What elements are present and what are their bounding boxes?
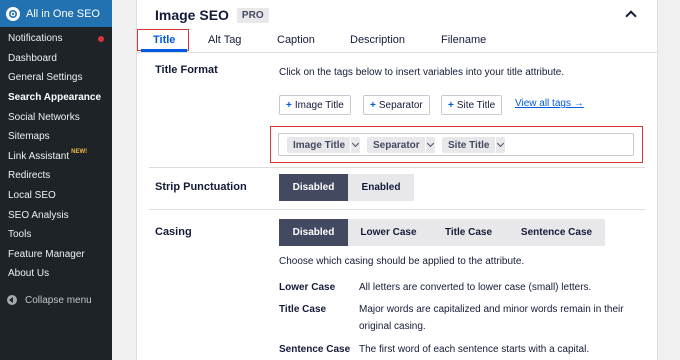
strip-punctuation-disabled-button[interactable]: Disabled bbox=[279, 174, 348, 201]
sidebar-item-general-settings[interactable]: General Settings bbox=[0, 68, 112, 88]
sidebar-item-label: Dashboard bbox=[8, 52, 57, 64]
sidebar-item-about-us[interactable]: About Us bbox=[0, 264, 112, 284]
chevron-down-icon[interactable] bbox=[350, 137, 360, 153]
sidebar-item-label: About Us bbox=[8, 268, 50, 280]
sidebar-item-label: Local SEO bbox=[8, 190, 56, 202]
sidebar-item-label: Feature Manager bbox=[8, 248, 85, 260]
tab-description[interactable]: Description bbox=[350, 34, 405, 46]
chip-label: Separator bbox=[373, 139, 420, 151]
sidebar-item-seo-analysis[interactable]: SEO Analysis bbox=[0, 205, 112, 225]
panel-header: Image SEO PRO bbox=[155, 7, 269, 23]
sidebar-item-local-seo[interactable]: Local SEO bbox=[0, 186, 112, 206]
tab-alt-tag[interactable]: Alt Tag bbox=[208, 34, 241, 46]
image-seo-tabs: Title Alt Tag Caption Description Filena… bbox=[137, 29, 657, 53]
sidebar-item-label: Link Assistant bbox=[8, 150, 70, 162]
tab-title[interactable]: Title bbox=[153, 34, 175, 46]
casing-disabled-button[interactable]: Disabled bbox=[279, 219, 348, 246]
definition-term: Title Case bbox=[279, 304, 327, 315]
admin-sidebar: All in One SEO Notifications Dashboard G… bbox=[0, 0, 112, 360]
collapse-menu-label: Collapse menu bbox=[25, 294, 92, 306]
strip-punctuation-enabled-button[interactable]: Enabled bbox=[348, 174, 414, 201]
definition-description: All letters are converted to lower case … bbox=[359, 282, 592, 293]
sidebar-item-tools[interactable]: Tools bbox=[0, 225, 112, 245]
section-divider bbox=[149, 209, 645, 210]
casing-label: Casing bbox=[155, 226, 192, 238]
new-badge: NEW! bbox=[71, 149, 88, 156]
sidebar-brand-label: All in One SEO bbox=[26, 7, 100, 20]
aioseo-logo-icon bbox=[6, 6, 20, 21]
tab-filename[interactable]: Filename bbox=[441, 34, 486, 46]
sidebar-item-sitemaps[interactable]: Sitemaps bbox=[0, 127, 112, 147]
section-divider bbox=[149, 167, 645, 168]
sidebar-item-notifications[interactable]: Notifications bbox=[0, 29, 112, 49]
tag-chip-image-title[interactable]: Image Title bbox=[287, 137, 361, 153]
tag-button-label: Separator bbox=[378, 99, 423, 111]
collapse-arrow-icon bbox=[7, 295, 17, 305]
sidebar-item-label: Sitemaps bbox=[8, 131, 50, 143]
image-seo-panel: Image SEO PRO Title Alt Tag Caption Desc… bbox=[136, 0, 658, 360]
strip-punctuation-toggle: Disabled Enabled bbox=[279, 174, 414, 201]
tag-chip-separator[interactable]: Separator bbox=[367, 137, 435, 153]
active-tab-indicator bbox=[141, 49, 187, 52]
collapse-menu-button[interactable]: Collapse menu bbox=[0, 290, 92, 310]
definition-description: The first word of each sentence starts w… bbox=[359, 344, 590, 355]
panel-title: Image SEO bbox=[155, 7, 229, 23]
plus-icon: + bbox=[370, 99, 376, 111]
add-image-title-tag-button[interactable]: + Image Title bbox=[279, 95, 351, 115]
definition-term: Sentence Case bbox=[279, 344, 351, 355]
casing-lower-case-button[interactable]: Lower Case bbox=[348, 219, 429, 246]
title-format-hint: Click on the tags below to insert variab… bbox=[279, 67, 565, 78]
sidebar-item-label: Tools bbox=[8, 229, 32, 241]
sidebar-item-feature-manager[interactable]: Feature Manager bbox=[0, 245, 112, 265]
plus-icon: + bbox=[448, 99, 454, 111]
casing-title-case-button[interactable]: Title Case bbox=[429, 219, 508, 246]
chevron-down-icon[interactable] bbox=[494, 137, 505, 153]
chevron-up-icon[interactable] bbox=[625, 10, 637, 22]
add-site-title-tag-button[interactable]: + Site Title bbox=[441, 95, 503, 115]
chip-label: Site Title bbox=[448, 139, 490, 151]
sidebar-item-label: Social Networks bbox=[8, 111, 80, 123]
notification-dot-icon bbox=[98, 36, 104, 42]
tag-button-label: Image Title bbox=[294, 99, 344, 111]
casing-selector: Disabled Lower Case Title Case Sentence … bbox=[279, 219, 605, 246]
highlight-outline: Image Title Separator Site Title bbox=[270, 126, 643, 163]
casing-sentence-case-button[interactable]: Sentence Case bbox=[508, 219, 605, 246]
sidebar-item-link-assistant[interactable]: Link Assistant NEW! bbox=[0, 147, 112, 167]
add-separator-tag-button[interactable]: + Separator bbox=[363, 95, 430, 115]
sidebar-item-search-appearance[interactable]: Search Appearance bbox=[0, 88, 112, 108]
sidebar-item-label: Search Appearance bbox=[8, 92, 102, 104]
chip-label: Image Title bbox=[293, 139, 346, 151]
tag-chip-site-title[interactable]: Site Title bbox=[442, 137, 505, 153]
sidebar-item-dashboard[interactable]: Dashboard bbox=[0, 49, 112, 69]
sidebar-brand-item[interactable]: All in One SEO bbox=[0, 0, 112, 27]
casing-hint: Choose which casing should be applied to… bbox=[279, 256, 525, 267]
view-all-tags-link[interactable]: View all tags → bbox=[515, 98, 584, 109]
pro-badge: PRO bbox=[236, 7, 269, 23]
sidebar-item-social-networks[interactable]: Social Networks bbox=[0, 107, 112, 127]
definition-description: Major words are capitalized and minor wo… bbox=[359, 304, 624, 332]
sidebar-item-label: SEO Analysis bbox=[8, 209, 69, 221]
title-format-input[interactable]: Image Title Separator Site Title bbox=[278, 133, 634, 156]
tab-caption[interactable]: Caption bbox=[277, 34, 315, 46]
sidebar-item-label: Redirects bbox=[8, 170, 51, 182]
strip-punctuation-label: Strip Punctuation bbox=[155, 181, 247, 193]
tag-button-label: Site Title bbox=[456, 99, 496, 111]
chevron-down-icon[interactable] bbox=[424, 137, 435, 153]
sidebar-item-label: General Settings bbox=[8, 72, 83, 84]
title-format-label: Title Format bbox=[155, 64, 218, 76]
sidebar-item-redirects[interactable]: Redirects bbox=[0, 166, 112, 186]
plus-icon: + bbox=[286, 99, 292, 111]
definition-term: Lower Case bbox=[279, 282, 336, 293]
sidebar-item-label: Notifications bbox=[8, 33, 63, 45]
